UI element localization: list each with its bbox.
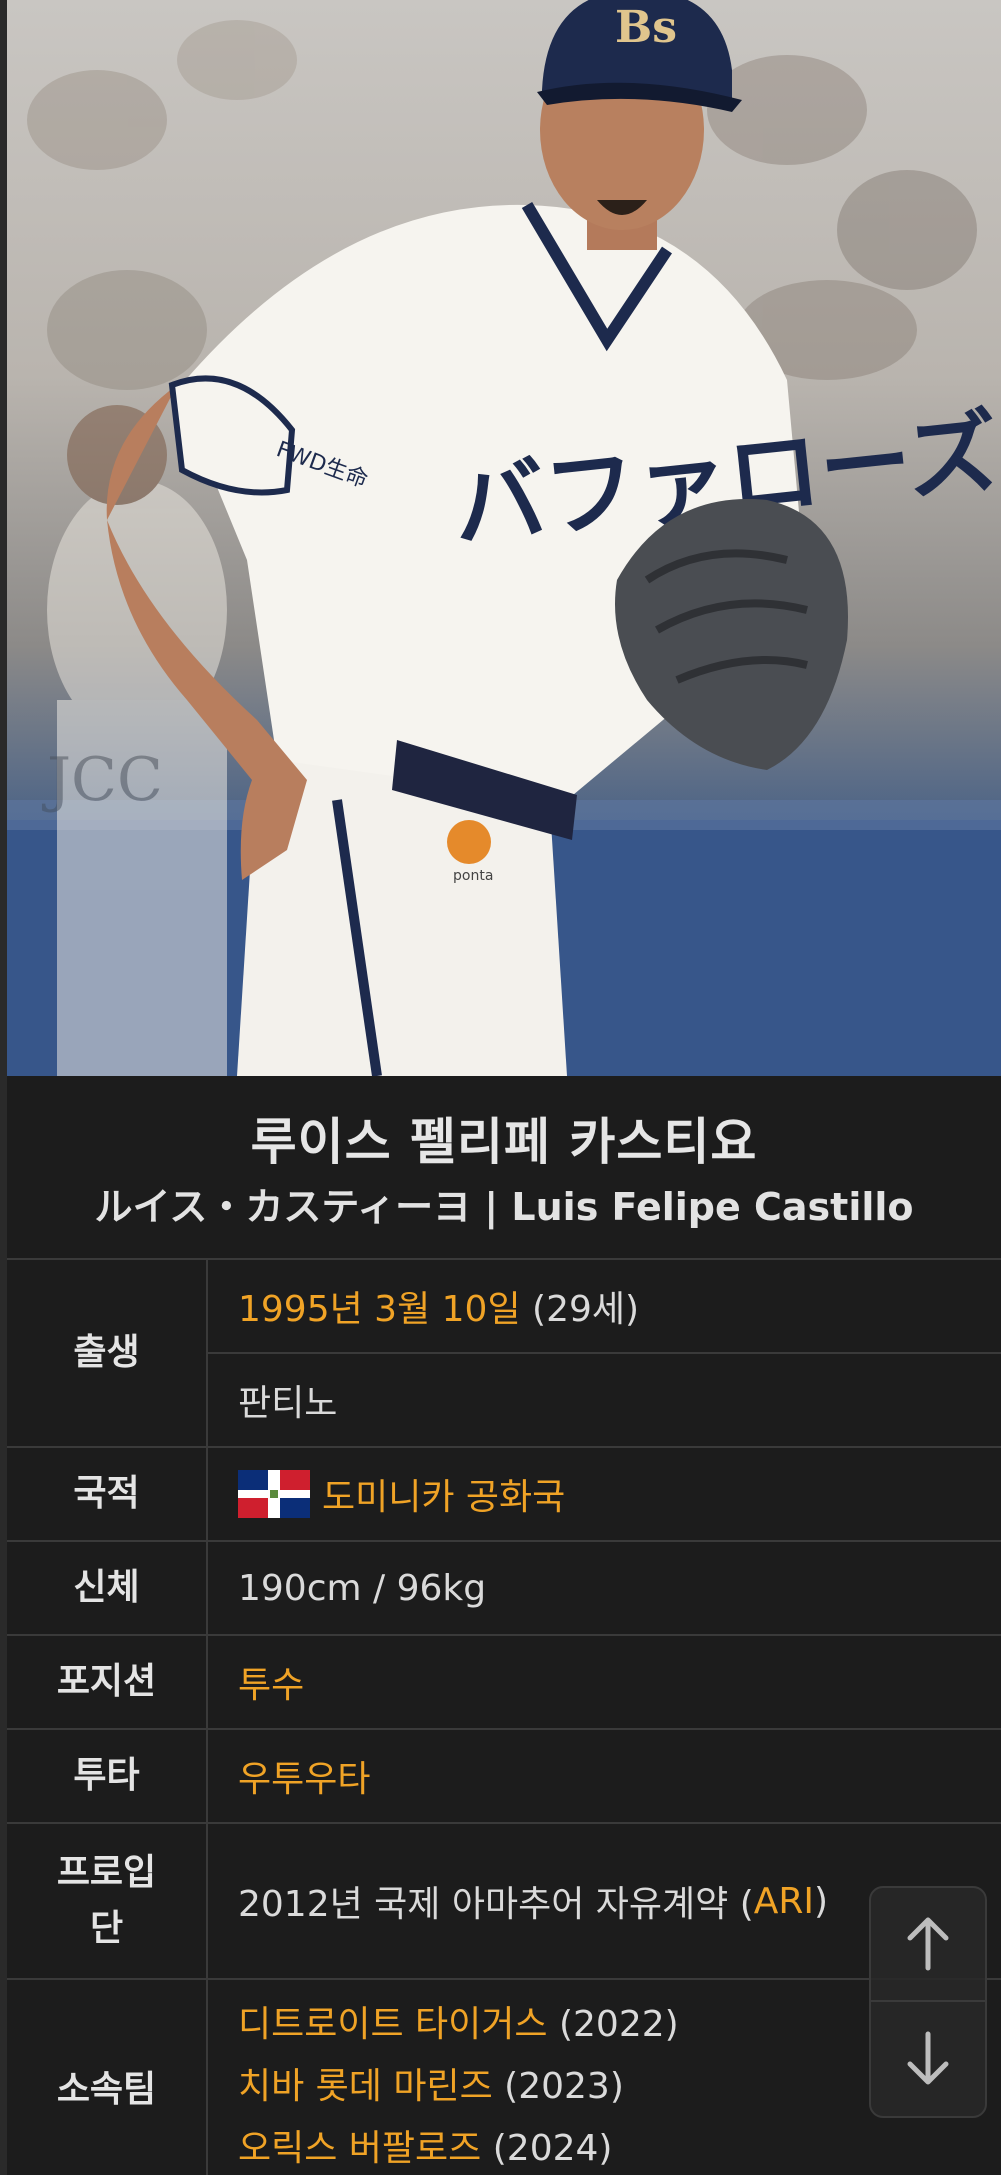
birth-date-link[interactable]: 1995년 3월 10일 [238,1280,521,1332]
page: JCC バファローズ FWD生命 ponta Bs 루이스 펠리페 카스티요 ル… [0,0,1001,2175]
row-birth: 출생 1995년 3월 10일 (29세) 판티노 [7,1260,1001,1448]
row-position: 포지션 투수 [7,1636,1001,1730]
birth-age: (29세) [520,1289,640,1330]
pro-entry-label-line2: 단 [89,1908,124,1949]
team-year: (2022) [547,2004,679,2045]
scroll-controls [869,1886,987,2118]
body-cell: 190cm / 96kg [208,1542,1001,1634]
arrow-up-icon [907,1917,949,1971]
birth-place: 판티노 [238,1383,338,1424]
mascot-patch: ponta [453,868,493,884]
list-item: 오릭스 버팔로즈 (2024) [238,2118,1001,2175]
teams-label: 소속팀 [7,1980,208,2175]
body-label: 신체 [7,1542,208,1634]
arrow-down-icon [907,2031,949,2085]
row-body: 신체 190cm / 96kg [7,1542,1001,1636]
team-link[interactable]: 치바 롯데 마린즈 [238,2066,493,2107]
bats-throws-cell: 우투우타 [208,1730,1001,1822]
dominican-republic-flag-icon [238,1470,310,1518]
position-link[interactable]: 투수 [238,1656,304,1708]
birth-place-cell: 판티노 [208,1352,1001,1446]
pro-entry-label-line1: 프로입 [56,1852,157,1893]
cap-logo: Bs [615,2,677,53]
team-year: (2023) [492,2066,624,2107]
birth-date-cell: 1995년 3월 10일 (29세) [208,1260,1001,1352]
pro-entry-label: 프로입 단 [7,1824,208,1978]
team-link[interactable]: 오릭스 버팔로즈 [238,2128,481,2169]
nationality-link[interactable]: 도미니카 공화국 [322,1468,565,1520]
pro-entry-team-link[interactable]: ARI [754,1881,814,1922]
left-rail [0,0,7,2175]
bats-throws-label: 투타 [7,1730,208,1822]
body-value: 190cm / 96kg [238,1567,487,1609]
team-year: (2024) [481,2128,613,2169]
scroll-up-button[interactable] [871,1888,985,2002]
player-name: 루이스 펠리페 카스티요 [250,1113,758,1171]
row-teams: 소속팀 디트로이트 타이거스 (2022) 치바 롯데 마린즈 (2023) 오… [7,1980,1001,2175]
player-infobox: 루이스 펠리페 카스티요 ルイス・カスティーヨ | Luis Felipe Ca… [7,1076,1001,2175]
position-cell: 투수 [208,1636,1001,1728]
player-name-alt: ルイス・カスティーヨ | Luis Felipe Castillo [94,1185,914,1229]
birth-label: 출생 [7,1260,208,1446]
svg-text:JCC: JCC [41,745,163,815]
row-pro-entry: 프로입 단 2012년 국제 아마추어 자유계약 ( ARI ) [7,1824,1001,1980]
player-photo: JCC バファローズ FWD生命 ponta Bs [7,0,1001,1076]
team-link[interactable]: 디트로이트 타이거스 [238,2004,548,2045]
pro-entry-close: ) [814,1880,829,1922]
nationality-cell: 도미니카 공화국 [208,1448,1001,1540]
scroll-down-button[interactable] [871,2002,985,2114]
nationality-label: 국적 [7,1448,208,1540]
row-nationality: 국적 도미니카 공화국 [7,1448,1001,1542]
row-bats-throws: 투타 우투우타 [7,1730,1001,1824]
position-label: 포지션 [7,1636,208,1728]
pro-entry-text: 2012년 국제 아마추어 자유계약 ( [238,1884,754,1925]
bats-throws-link[interactable]: 우투우타 [238,1750,370,1802]
infobox-header: 루이스 펠리페 카스티요 ルイス・カスティーヨ | Luis Felipe Ca… [7,1076,1001,1260]
